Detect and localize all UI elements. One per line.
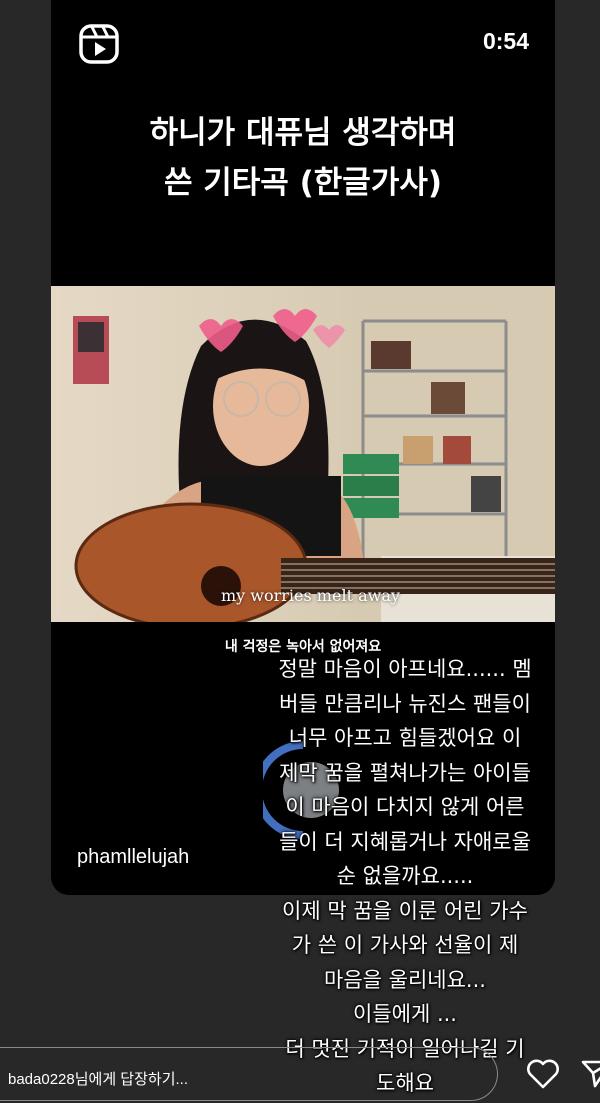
reels-icon: [79, 24, 119, 64]
video-scene: [73, 286, 555, 622]
story-timer: 0:54: [482, 28, 529, 54]
story-title-line2: 쓴 기타곡 (한글가사): [163, 165, 443, 201]
creator-handle[interactable]: phamllelujah: [77, 846, 189, 869]
story-title-line1: 하니가 대퓨님 생각하며: [149, 115, 457, 151]
video-caption: my worries melt away: [221, 586, 400, 605]
story-title: 하니가 대퓨님 생각하며 쓴 기타곡 (한글가사): [51, 108, 555, 208]
heart-icon[interactable]: [526, 1058, 560, 1090]
send-icon[interactable]: [580, 1058, 600, 1090]
video-frame[interactable]: my worries melt away: [51, 286, 555, 622]
comment-text: 정말 마음이 아프네요...... 멤 버들 만큼리나 뉴진스 팬들이 너무 아…: [278, 657, 532, 1095]
reply-placeholder[interactable]: bada0228님에게 답장하기...: [8, 1068, 188, 1089]
